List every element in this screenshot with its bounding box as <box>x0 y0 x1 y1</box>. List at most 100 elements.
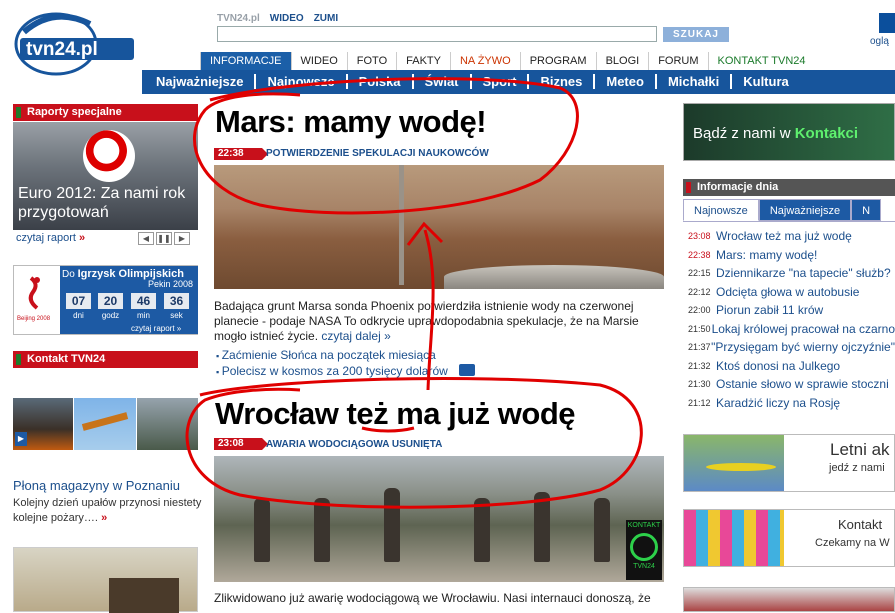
nav-fakty[interactable]: FAKTY <box>396 52 450 70</box>
article-headline-wroclaw[interactable]: Wrocław też ma już wodę <box>215 396 576 432</box>
subnav-swiat[interactable]: Świat <box>414 74 472 89</box>
search-button[interactable]: SZUKAJ <box>663 27 729 42</box>
article-subhead[interactable]: POTWIERDZENIE SPEKULACJI NAUKOWCÓW <box>266 148 489 159</box>
news-item[interactable]: 22:38 Mars: mamy wodę! <box>683 246 895 265</box>
news-title[interactable]: Ktoś donosi na Julkego <box>716 359 840 373</box>
article-lead: Zlikwidowano już awarię wodociągową we W… <box>214 591 651 605</box>
news-time: 22:00 <box>688 305 711 316</box>
popart-photo <box>684 510 784 566</box>
countdown-seconds: 36 sek <box>164 293 189 320</box>
smoke-photo[interactable] <box>137 398 198 450</box>
nav-wideo[interactable]: WIDEO <box>290 52 347 70</box>
top-link-wideo[interactable]: WIDEO <box>270 13 304 24</box>
related-link[interactable]: Polecisz w kosmos za 200 tysięcy dolarów <box>216 364 448 380</box>
news-item[interactable]: 21:37 "Przysięgam być wierny ojczyźnie" <box>683 338 895 357</box>
countdown-days-value: 07 <box>66 293 91 309</box>
related-links: Zaćmienie Słońca na początek miesiąca Po… <box>216 348 448 380</box>
tab-najwazniejsze[interactable]: Najważniejsze <box>758 199 852 221</box>
countdown-minutes-label: min <box>137 311 150 320</box>
tab-more[interactable]: N <box>851 199 882 221</box>
person-figure <box>254 498 270 562</box>
arrow-icon[interactable]: » <box>101 512 107 524</box>
news-title[interactable]: Piorun zabił 11 krów <box>716 303 823 317</box>
subnav-biznes[interactable]: Biznes <box>529 74 596 89</box>
news-item[interactable]: 21:30 Ostanie słowo w sprawie stoczni <box>683 375 895 394</box>
summer-promo-title[interactable]: Letni ak <box>830 440 890 460</box>
subnav-najwazniejsze[interactable]: Najważniejsze <box>156 74 257 89</box>
news-title[interactable]: Wrocław też ma już wodę <box>716 229 852 243</box>
nav-na-zywo[interactable]: NA ŻYWO <box>449 52 520 70</box>
kontakt-description: Kolejny dzień upałów przynosi niestety k… <box>13 496 203 526</box>
nav-program[interactable]: PROGRAM <box>519 52 596 70</box>
news-item[interactable]: 21:50 Lokaj królowej pracował na czarno <box>683 320 895 339</box>
article-subhead[interactable]: AWARIA WODOCIĄGOWA USUNIĘTA <box>266 439 442 450</box>
news-time: 21:32 <box>688 360 711 371</box>
subnav-sport[interactable]: Sport <box>472 74 530 89</box>
news-title[interactable]: Ostanie słowo w sprawie stoczni <box>716 377 889 391</box>
banner-text[interactable]: Bądź z nami w Kontakci <box>693 125 858 142</box>
play-icon[interactable]: ▶ <box>15 432 27 446</box>
olympics-link[interactable]: czytaj raport » <box>131 324 181 333</box>
related-link[interactable]: Zaćmienie Słońca na początek miesiąca <box>216 348 448 364</box>
countdown-days: 07 dni <box>66 293 91 320</box>
nav-informacje[interactable]: INFORMACJE <box>200 52 291 70</box>
video-icon[interactable] <box>459 364 475 376</box>
nav-kontakt-tvn24[interactable]: KONTAKT TVN24 <box>707 52 815 70</box>
raporty-link[interactable]: czytaj raport » <box>16 232 85 244</box>
pause-icon[interactable]: ❚❚ <box>156 232 172 245</box>
news-title[interactable]: Odcięta głowa w autobusie <box>716 285 859 299</box>
news-title[interactable]: Karadżić liczy na Rosję <box>716 396 840 410</box>
top-link-zumi[interactable]: ZUMI <box>314 13 338 24</box>
news-item[interactable]: 22:00 Piorun zabił 11 krów <box>683 301 895 320</box>
nav-blogi[interactable]: BLOGI <box>595 52 649 70</box>
subnav-najnowsze[interactable]: Najnowsze <box>256 74 348 89</box>
mars-photo[interactable] <box>214 165 664 289</box>
news-time: 21:12 <box>688 397 711 408</box>
raporty-caption[interactable]: Euro 2012: Za nami rok przygotowań <box>18 184 194 222</box>
news-item[interactable]: 23:08 Wrocław też ma już wodę <box>683 227 895 246</box>
bottom-left-photo[interactable] <box>13 547 198 613</box>
nav-foto[interactable]: FOTO <box>346 52 396 70</box>
wroclaw-photo[interactable] <box>214 456 664 582</box>
subnav-michalki[interactable]: Michałki <box>657 74 733 89</box>
logo-top-text: KONTAKT <box>627 522 661 529</box>
news-item[interactable]: 22:12 Odcięta głowa w autobusie <box>683 283 895 302</box>
person-figure <box>384 488 400 562</box>
corner-widget[interactable] <box>879 13 895 33</box>
next-icon[interactable]: ▶ <box>174 232 190 245</box>
article-headline-mars[interactable]: Mars: mamy wodę! <box>215 104 487 140</box>
olympics-subtitle: Pekin 2008 <box>148 279 194 289</box>
countdown-days-label: dni <box>73 311 84 320</box>
news-item[interactable]: 22:15 Dziennikarze "na tapecie" służb? <box>683 264 895 283</box>
news-title[interactable]: Dziennikarze "na tapecie" służb? <box>716 266 891 280</box>
kontakt-promo-title[interactable]: Kontakt <box>838 517 882 532</box>
kontakt-gallery[interactable]: ▶ <box>13 371 198 451</box>
tab-najnowsze[interactable]: Najnowsze <box>683 199 759 221</box>
info-header: Informacje dnia <box>683 179 895 196</box>
nav-forum[interactable]: FORUM <box>648 52 707 70</box>
kontakt-tvn24-logo: KONTAKT TVN24 <box>626 520 662 580</box>
probe-deck <box>444 265 664 289</box>
top-link-tvn24[interactable]: TVN24.pl <box>217 13 260 24</box>
news-title[interactable]: Mars: mamy wodę! <box>716 248 817 262</box>
subnav-meteo[interactable]: Meteo <box>595 74 657 89</box>
corner-link[interactable]: oglą <box>870 36 889 47</box>
news-title[interactable]: Lokaj królowej pracował na czarno <box>712 322 895 336</box>
person-figure <box>474 498 490 562</box>
countdown-minutes-value: 46 <box>131 293 156 309</box>
subnav-kultura[interactable]: Kultura <box>732 74 800 89</box>
countdown-seconds-value: 36 <box>164 293 189 309</box>
tvn24-logo[interactable]: tvn24.pl <box>14 6 134 76</box>
subnav-polska[interactable]: Polska <box>348 74 414 89</box>
news-item[interactable]: 21:32 Ktoś donosi na Julkego <box>683 357 895 376</box>
prev-icon[interactable]: ◀ <box>138 232 154 245</box>
bottom-right-promo[interactable] <box>683 587 895 612</box>
football-image <box>83 130 135 182</box>
read-more-link[interactable]: czytaj dalej » <box>321 329 390 343</box>
news-title[interactable]: "Przysięgam być wierny ojczyźnie" <box>711 340 895 354</box>
news-time: 23:08 <box>688 231 711 242</box>
kontakt-headline[interactable]: Płoną magazyny w Poznaniu <box>13 478 180 493</box>
news-item[interactable]: 21:12 Karadżić liczy na Rosję <box>683 394 895 413</box>
search-input[interactable] <box>217 26 657 42</box>
plane-photo[interactable] <box>74 398 136 450</box>
